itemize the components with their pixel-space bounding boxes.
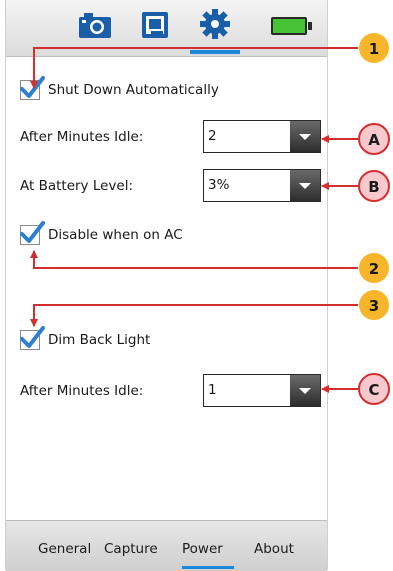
callout-b-text: B (368, 178, 379, 196)
callout-2-line (30, 250, 358, 269)
callout-1-line (30, 47, 358, 89)
callout-3-line (30, 304, 358, 327)
callout-a-text: A (368, 131, 380, 149)
callout-3-text: 3 (369, 297, 379, 315)
callout-c-text: C (368, 381, 379, 399)
callout-overlay: 1 A B 2 3 C (30, 33, 390, 405)
callout-2-text: 2 (369, 260, 379, 278)
callout-1-text: 1 (369, 40, 379, 58)
